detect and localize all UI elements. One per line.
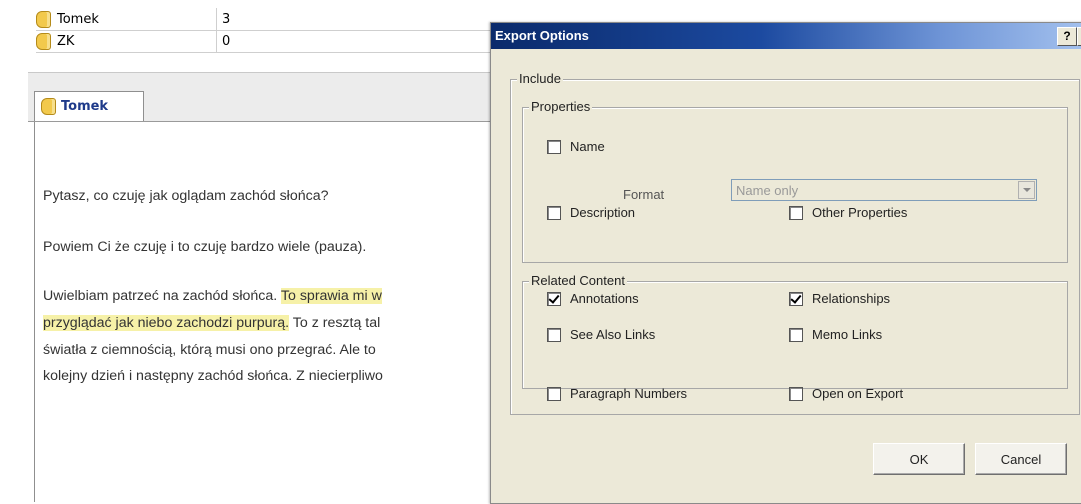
open-on-export-checkbox-box[interactable] [789, 386, 803, 401]
name-checkbox-box[interactable] [547, 139, 561, 154]
properties-group-label: Properties [529, 99, 593, 114]
paragraph-line: Uwielbiam patrzeć na zachód słońca. To s… [43, 288, 382, 304]
paragraph-numbers-checkbox-label: Paragraph Numbers [570, 386, 688, 401]
memo-links-checkbox-label: Memo Links [812, 327, 883, 342]
name-checkbox[interactable]: Name [547, 139, 605, 154]
tab-tomek[interactable]: Tomek [34, 91, 144, 121]
format-select-value: Name only [736, 183, 799, 198]
cancel-button[interactable]: Cancel [975, 443, 1067, 475]
node-icon [36, 32, 51, 50]
node-name: ZK [57, 33, 75, 49]
annotation-highlight[interactable]: To sprawia mi w [280, 288, 382, 304]
annotation-highlight[interactable]: przyglądać jak niebo zachodzi purpurą. [43, 315, 290, 331]
text-span: To z resztą tal [289, 315, 381, 331]
other-properties-checkbox-label: Other Properties [812, 205, 908, 220]
see-also-links-checkbox-label: See Also Links [570, 327, 656, 342]
node-name-cell: Tomek [36, 10, 216, 28]
memo-links-checkbox-box[interactable] [789, 327, 803, 342]
relationships-checkbox[interactable]: Relationships [789, 291, 890, 306]
dialog-titlebar[interactable]: Export Options ? [491, 23, 1081, 49]
see-also-links-checkbox[interactable]: See Also Links [547, 327, 655, 342]
close-button[interactable] [1077, 27, 1081, 46]
dialog-title: Export Options [495, 28, 589, 43]
format-select[interactable]: Name only [731, 179, 1037, 201]
paragraph: Pytasz, co czuję jak oglądam zachód słoń… [43, 188, 329, 204]
node-name-cell: ZK [36, 32, 216, 50]
other-properties-checkbox[interactable]: Other Properties [789, 205, 907, 220]
node-icon [41, 98, 56, 115]
node-count: 3 [222, 11, 231, 27]
paragraph: Powiem Ci że czuję i to czuję bardzo wie… [43, 239, 367, 255]
relationships-checkbox-label: Relationships [812, 291, 891, 306]
other-properties-checkbox-box[interactable] [789, 205, 803, 220]
description-checkbox-label: Description [570, 205, 636, 220]
text-span: Uwielbiam patrzeć na zachód słońca. [43, 288, 281, 304]
column-divider [216, 8, 217, 52]
tab-label: Tomek [61, 99, 109, 114]
annotations-checkbox-label: Annotations [570, 291, 639, 306]
annotations-checkbox-box[interactable] [547, 291, 561, 306]
chevron-down-icon[interactable] [1018, 181, 1035, 199]
relationships-checkbox-box[interactable] [789, 291, 803, 306]
description-checkbox[interactable]: Description [547, 205, 635, 220]
description-checkbox-box[interactable] [547, 205, 561, 220]
include-group-label: Include [517, 71, 563, 86]
related-content-group-label: Related Content [529, 273, 627, 288]
paragraph-numbers-checkbox[interactable]: Paragraph Numbers [547, 386, 687, 401]
open-on-export-checkbox[interactable]: Open on Export [789, 386, 903, 401]
see-also-links-checkbox-box[interactable] [547, 327, 561, 342]
paragraph-numbers-checkbox-box[interactable] [547, 386, 561, 401]
ok-button[interactable]: OK [873, 443, 965, 475]
memo-links-checkbox[interactable]: Memo Links [789, 327, 882, 342]
name-checkbox-label: Name [570, 139, 605, 154]
paragraph-line: przyglądać jak niebo zachodzi purpurą. T… [43, 315, 380, 331]
help-button[interactable]: ? [1057, 27, 1077, 46]
open-on-export-checkbox-label: Open on Export [812, 386, 904, 401]
node-icon [36, 10, 51, 28]
node-count: 0 [222, 33, 231, 49]
paragraph-line: światła z ciemnością, którą musi ono prz… [43, 342, 376, 358]
annotations-checkbox[interactable]: Annotations [547, 291, 639, 306]
format-label: Format [623, 187, 665, 202]
paragraph-line: kolejny dzień i następny zachód słońca. … [43, 368, 383, 384]
export-options-dialog: Export Options ? Include Properties Name… [490, 22, 1081, 504]
node-name: Tomek [57, 11, 99, 27]
